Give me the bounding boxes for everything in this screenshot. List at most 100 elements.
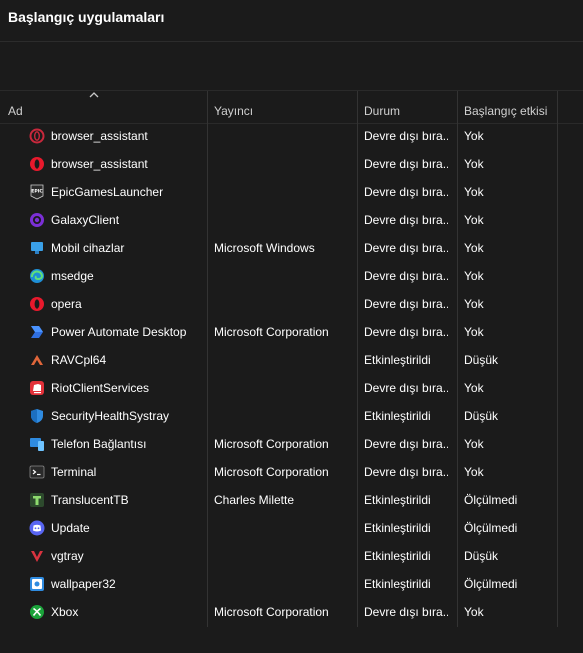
app-status: Devre dışı bıra...	[364, 297, 448, 311]
app-publisher	[214, 122, 354, 150]
app-status: Devre dışı bıra...	[364, 437, 448, 451]
app-status: Etkinleştirildi	[364, 409, 431, 423]
app-startup-impact: Düşük	[464, 353, 499, 367]
mobile-devices-icon	[29, 240, 45, 256]
app-startup-impact: Yok	[464, 325, 484, 339]
app-publisher	[214, 262, 354, 290]
table-row[interactable]: GalaxyClient Devre dışı bıra... Yok	[0, 206, 583, 234]
app-status: Devre dışı bıra...	[364, 465, 448, 479]
column-header-publisher[interactable]: Yayıncı	[208, 91, 358, 123]
app-publisher	[214, 374, 354, 402]
app-name: GalaxyClient	[51, 213, 120, 227]
discord-icon	[29, 520, 45, 536]
table-row[interactable]: vgtray Etkinleştirildi Düşük	[0, 542, 583, 570]
app-name: RiotClientServices	[51, 381, 150, 395]
table-row[interactable]: EPIC EpicGamesLauncher Devre dışı bıra... Y…	[0, 178, 583, 206]
wallpaper-icon	[29, 576, 45, 592]
app-name: RAVCpl64	[51, 353, 107, 367]
opera-icon	[29, 156, 45, 172]
app-status: Devre dışı bıra...	[364, 241, 448, 255]
app-status: Devre dışı bıra...	[364, 129, 448, 143]
rav-icon	[29, 352, 45, 368]
app-status: Devre dışı bıra...	[364, 213, 448, 227]
table-row[interactable]: opera Devre dışı bıra... Yok	[0, 290, 583, 318]
power-automate-icon	[29, 324, 45, 340]
app-startup-impact: Yok	[464, 185, 484, 199]
edge-icon	[29, 268, 45, 284]
app-publisher	[214, 290, 354, 318]
table-row[interactable]: browser_assistant Devre dışı bıra... Yok	[0, 150, 583, 178]
svg-text:EPIC: EPIC	[31, 189, 43, 195]
app-status: Etkinleştirildi	[364, 521, 431, 535]
app-startup-impact: Yok	[464, 241, 484, 255]
app-startup-impact: Yok	[464, 465, 484, 479]
vgtray-icon	[29, 548, 45, 564]
app-publisher	[214, 542, 354, 570]
app-status: Devre dışı bıra...	[364, 269, 448, 283]
app-startup-impact: Yok	[464, 269, 484, 283]
app-name: EpicGamesLauncher	[51, 185, 164, 199]
table-row[interactable]: RiotClientServices Devre dışı bıra... Yok	[0, 374, 583, 402]
table-row[interactable]: Mobil cihazlar Microsoft Windows Devre dış…	[0, 234, 583, 262]
app-startup-impact: Ölçülmedi	[464, 521, 518, 535]
app-status: Etkinleştirildi	[364, 353, 431, 367]
riot-icon	[29, 380, 45, 396]
app-name: Xbox	[51, 605, 79, 619]
app-startup-impact: Yok	[464, 213, 484, 227]
table-row[interactable]: RAVCpl64 Etkinleştirildi Düşük	[0, 346, 583, 374]
app-startup-impact: Düşük	[464, 549, 499, 563]
table-row[interactable]: Power Automate Desktop Microsoft Corporat…	[0, 318, 583, 346]
table-row[interactable]: browser_assistant Devre dışı bıra... Yok	[0, 122, 583, 150]
app-publisher	[214, 570, 354, 598]
app-startup-impact: Yok	[464, 437, 484, 451]
app-name: vgtray	[51, 549, 84, 563]
xbox-icon	[29, 604, 45, 620]
table-row[interactable]: SecurityHealthSystray Etkinleştirildi Düşü…	[0, 402, 583, 430]
app-status: Devre dışı bıra...	[364, 325, 448, 339]
app-status: Etkinleştirildi	[364, 577, 431, 591]
table-row[interactable]: Terminal Microsoft Corporation Devre dışı …	[0, 458, 583, 486]
app-startup-impact: Ölçülmedi	[464, 577, 518, 591]
app-publisher	[214, 178, 354, 206]
table-row[interactable]: msedge Devre dışı bıra... Yok	[0, 262, 583, 290]
app-name: Power Automate Desktop	[51, 325, 187, 339]
table-row[interactable]: TranslucentTB Charles Milette Etkinleştiri…	[0, 486, 583, 514]
app-status: Devre dışı bıra...	[364, 381, 448, 395]
galaxy-icon	[29, 212, 45, 228]
app-publisher	[214, 402, 354, 430]
app-status: Devre dışı bıra...	[364, 605, 448, 619]
table-row[interactable]: Xbox Microsoft Corporation Devre dışı bıra…	[0, 598, 583, 626]
app-name: Telefon Bağlantısı	[51, 437, 147, 451]
app-publisher: Microsoft Corporation	[214, 465, 329, 479]
app-name: msedge	[51, 269, 94, 283]
table-row[interactable]: wallpaper32 Etkinleştirildi Ölçülmedi	[0, 570, 583, 598]
app-publisher: Microsoft Windows	[214, 241, 315, 255]
app-status: Etkinleştirildi	[364, 549, 431, 563]
column-header-status[interactable]: Durum	[358, 91, 458, 123]
app-status: Devre dışı bıra...	[364, 185, 448, 199]
column-header-impact[interactable]: Başlangıç etkisi	[458, 91, 558, 123]
app-status: Etkinleştirildi	[364, 493, 431, 507]
table-row[interactable]: Telefon Bağlantısı Microsoft Corporation D…	[0, 430, 583, 458]
app-publisher: Microsoft Corporation	[214, 325, 329, 339]
app-startup-impact: Yok	[464, 157, 484, 171]
column-header-name[interactable]: Ad	[0, 91, 208, 123]
app-name: Update	[51, 521, 90, 535]
terminal-icon	[29, 464, 45, 480]
app-startup-impact: Düşük	[464, 409, 499, 423]
epic-games-icon: EPIC	[29, 184, 45, 200]
app-name: browser_assistant	[51, 157, 148, 171]
app-publisher	[214, 150, 354, 178]
app-publisher	[214, 346, 354, 374]
app-name: opera	[51, 297, 82, 311]
translucenttb-icon	[29, 492, 45, 508]
title-divider	[0, 41, 583, 42]
app-name: wallpaper32	[51, 577, 116, 591]
app-publisher: Microsoft Corporation	[214, 605, 329, 619]
app-startup-impact: Yok	[464, 381, 484, 395]
app-startup-impact: Yok	[464, 605, 484, 619]
app-name: TranslucentTB	[51, 493, 129, 507]
table-row[interactable]: Update Etkinleştirildi Ölçülmedi	[0, 514, 583, 542]
app-publisher: Charles Milette	[214, 493, 295, 507]
app-name: Terminal	[51, 465, 97, 479]
